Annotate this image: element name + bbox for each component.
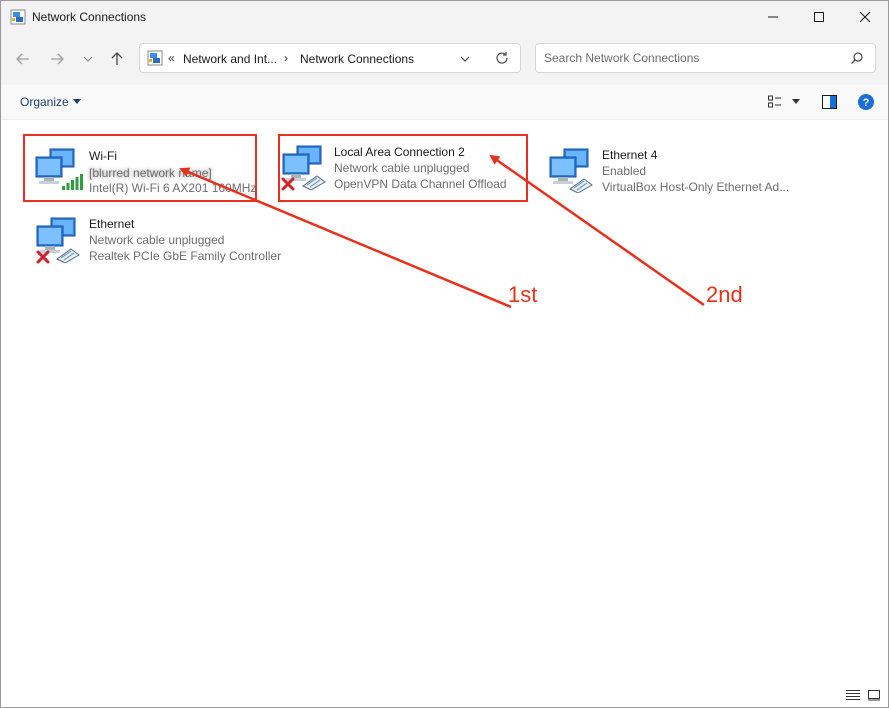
maximize-icon	[814, 12, 824, 22]
forward-button[interactable]	[45, 47, 69, 71]
back-arrow-icon	[16, 53, 29, 65]
minimize-icon	[768, 16, 778, 18]
network-connections-icon	[10, 9, 26, 25]
title-bar: Network Connections	[1, 1, 888, 33]
connection-item-ethernet[interactable]: Ethernet Network cable unplugged Realtek…	[35, 216, 295, 266]
cable-icon	[56, 248, 80, 263]
address-dropdown-icon[interactable]	[458, 52, 472, 66]
large-icons-view-icon[interactable]	[867, 689, 881, 701]
preview-pane-icon[interactable]	[822, 95, 837, 109]
chevron-down-icon	[83, 56, 93, 62]
caret-down-icon[interactable]	[792, 99, 800, 105]
close-icon	[860, 12, 870, 22]
connection-name: Ethernet	[89, 217, 135, 231]
annotation-label-1st: 1st	[508, 282, 538, 307]
search-icon[interactable]	[850, 51, 864, 65]
up-arrow-icon	[111, 52, 123, 65]
up-button[interactable]	[105, 47, 129, 71]
connection-device: Realtek PCIe GbE Family Controller	[89, 249, 282, 263]
minimize-button[interactable]	[750, 1, 796, 33]
connection-status: Enabled	[602, 164, 647, 178]
help-icon[interactable]: ?	[858, 94, 874, 110]
search-box[interactable]	[535, 43, 876, 73]
maximize-button[interactable]	[796, 1, 842, 33]
caret-down-icon[interactable]	[73, 99, 81, 105]
recent-locations-button[interactable]	[76, 47, 100, 71]
details-view-icon[interactable]	[846, 689, 860, 701]
connection-device: VirtualBox Host-Only Ethernet Ad...	[602, 180, 790, 194]
window-title: Network Connections	[32, 10, 147, 24]
breadcrumb-network-and-internet[interactable]: Network and Int...	[183, 52, 277, 66]
close-button[interactable]	[842, 1, 888, 33]
change-view-icon[interactable]	[768, 95, 782, 109]
search-input[interactable]	[544, 50, 834, 66]
explorer-window: Network Connections « Network and Int...…	[0, 0, 889, 708]
connection-status: Network cable unplugged	[89, 233, 225, 247]
svg-text:?: ?	[863, 97, 870, 109]
address-bar[interactable]: « Network and Int... › Network Connectio…	[139, 43, 521, 73]
overflow-chevron[interactable]: «	[168, 51, 175, 65]
forward-arrow-icon	[51, 53, 64, 65]
navigation-bar: « Network and Int... › Network Connectio…	[1, 33, 888, 85]
connection-item-ethernet-4[interactable]: Ethernet 4 Enabled VirtualBox Host-Only …	[548, 147, 848, 197]
cable-icon	[569, 178, 593, 193]
back-button[interactable]	[11, 47, 35, 71]
command-bar: Organize ?	[1, 85, 888, 120]
annotation-box-local-area-connection-2	[278, 134, 528, 202]
annotation-label-2nd: 2nd	[706, 282, 743, 307]
organize-menu[interactable]: Organize	[20, 95, 69, 109]
connection-name: Ethernet 4	[602, 148, 658, 162]
red-x-icon	[36, 250, 50, 264]
refresh-icon[interactable]	[494, 50, 510, 66]
annotation-box-wifi	[23, 134, 257, 202]
breadcrumb-separator[interactable]: ›	[284, 51, 288, 65]
breadcrumb-network-connections[interactable]: Network Connections	[300, 52, 414, 66]
network-connections-icon	[147, 50, 163, 66]
